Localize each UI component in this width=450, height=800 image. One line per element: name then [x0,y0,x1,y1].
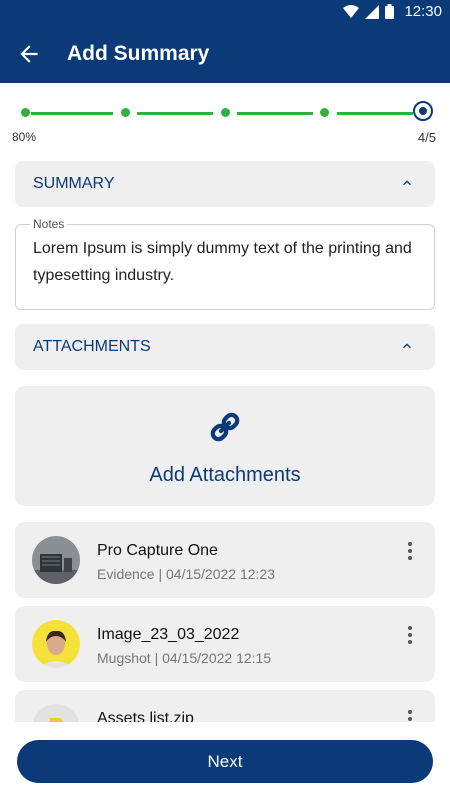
current-step-indicator [413,101,433,121]
notes-field[interactable]: Notes Lorem Ipsum is simply dummy text o… [15,217,435,310]
attachment-meta: Mugshot | 04/15/2022 12:15 [97,650,272,666]
step-dot [221,108,230,117]
step-progress: 80% 4/5 [0,95,450,150]
attachment-thumbnail [32,536,80,584]
status-time: 12:30 [404,3,442,20]
progress-percent: 80% [12,130,37,144]
summary-section-header[interactable]: SUMMARY [15,161,435,207]
progress-segment [137,112,213,115]
step-dot [121,108,130,117]
attachment-item[interactable]: Image_23_03_2022 Mugshot | 04/15/2022 12… [15,606,435,682]
attachment-item[interactable]: Pro Capture One Evidence | 04/15/2022 12… [15,522,435,598]
attachment-name: Pro Capture One [97,542,218,559]
battery-icon [385,4,395,19]
progress-segment [31,112,113,115]
signal-icon [365,4,380,19]
summary-section-label: SUMMARY [33,175,115,192]
add-attachments-label: Add Attachments [149,464,301,486]
next-button[interactable]: Next [17,740,433,783]
progress-segment [237,112,313,115]
wifi-icon [343,4,360,18]
attachment-name: Image_23_03_2022 [97,626,240,643]
attachments-section-label: ATTACHMENTS [33,338,151,355]
notes-label: Notes [30,217,68,231]
attachment-thumbnail [32,620,80,668]
add-attachments-button[interactable]: Add Attachments [15,386,435,506]
chevron-up-icon [403,343,411,349]
page-title: Add Summary [67,42,210,65]
more-options-icon[interactable] [407,626,413,646]
chevron-up-icon [403,180,411,186]
progress-step-count: 4/5 [417,130,436,145]
status-bar: 12:30 [0,0,450,25]
back-arrow-icon[interactable] [16,41,42,67]
more-options-icon[interactable] [407,542,413,562]
attachment-meta: Evidence | 04/15/2022 12:23 [97,566,276,582]
link-icon [210,412,240,442]
progress-segment [337,112,413,115]
step-dot [320,108,329,117]
notes-value[interactable]: Lorem Ipsum is simply dummy text of the … [33,235,422,289]
attachments-section-header[interactable]: ATTACHMENTS [15,324,435,370]
step-dot [21,108,30,117]
app-bar: Add Summary [0,25,450,83]
